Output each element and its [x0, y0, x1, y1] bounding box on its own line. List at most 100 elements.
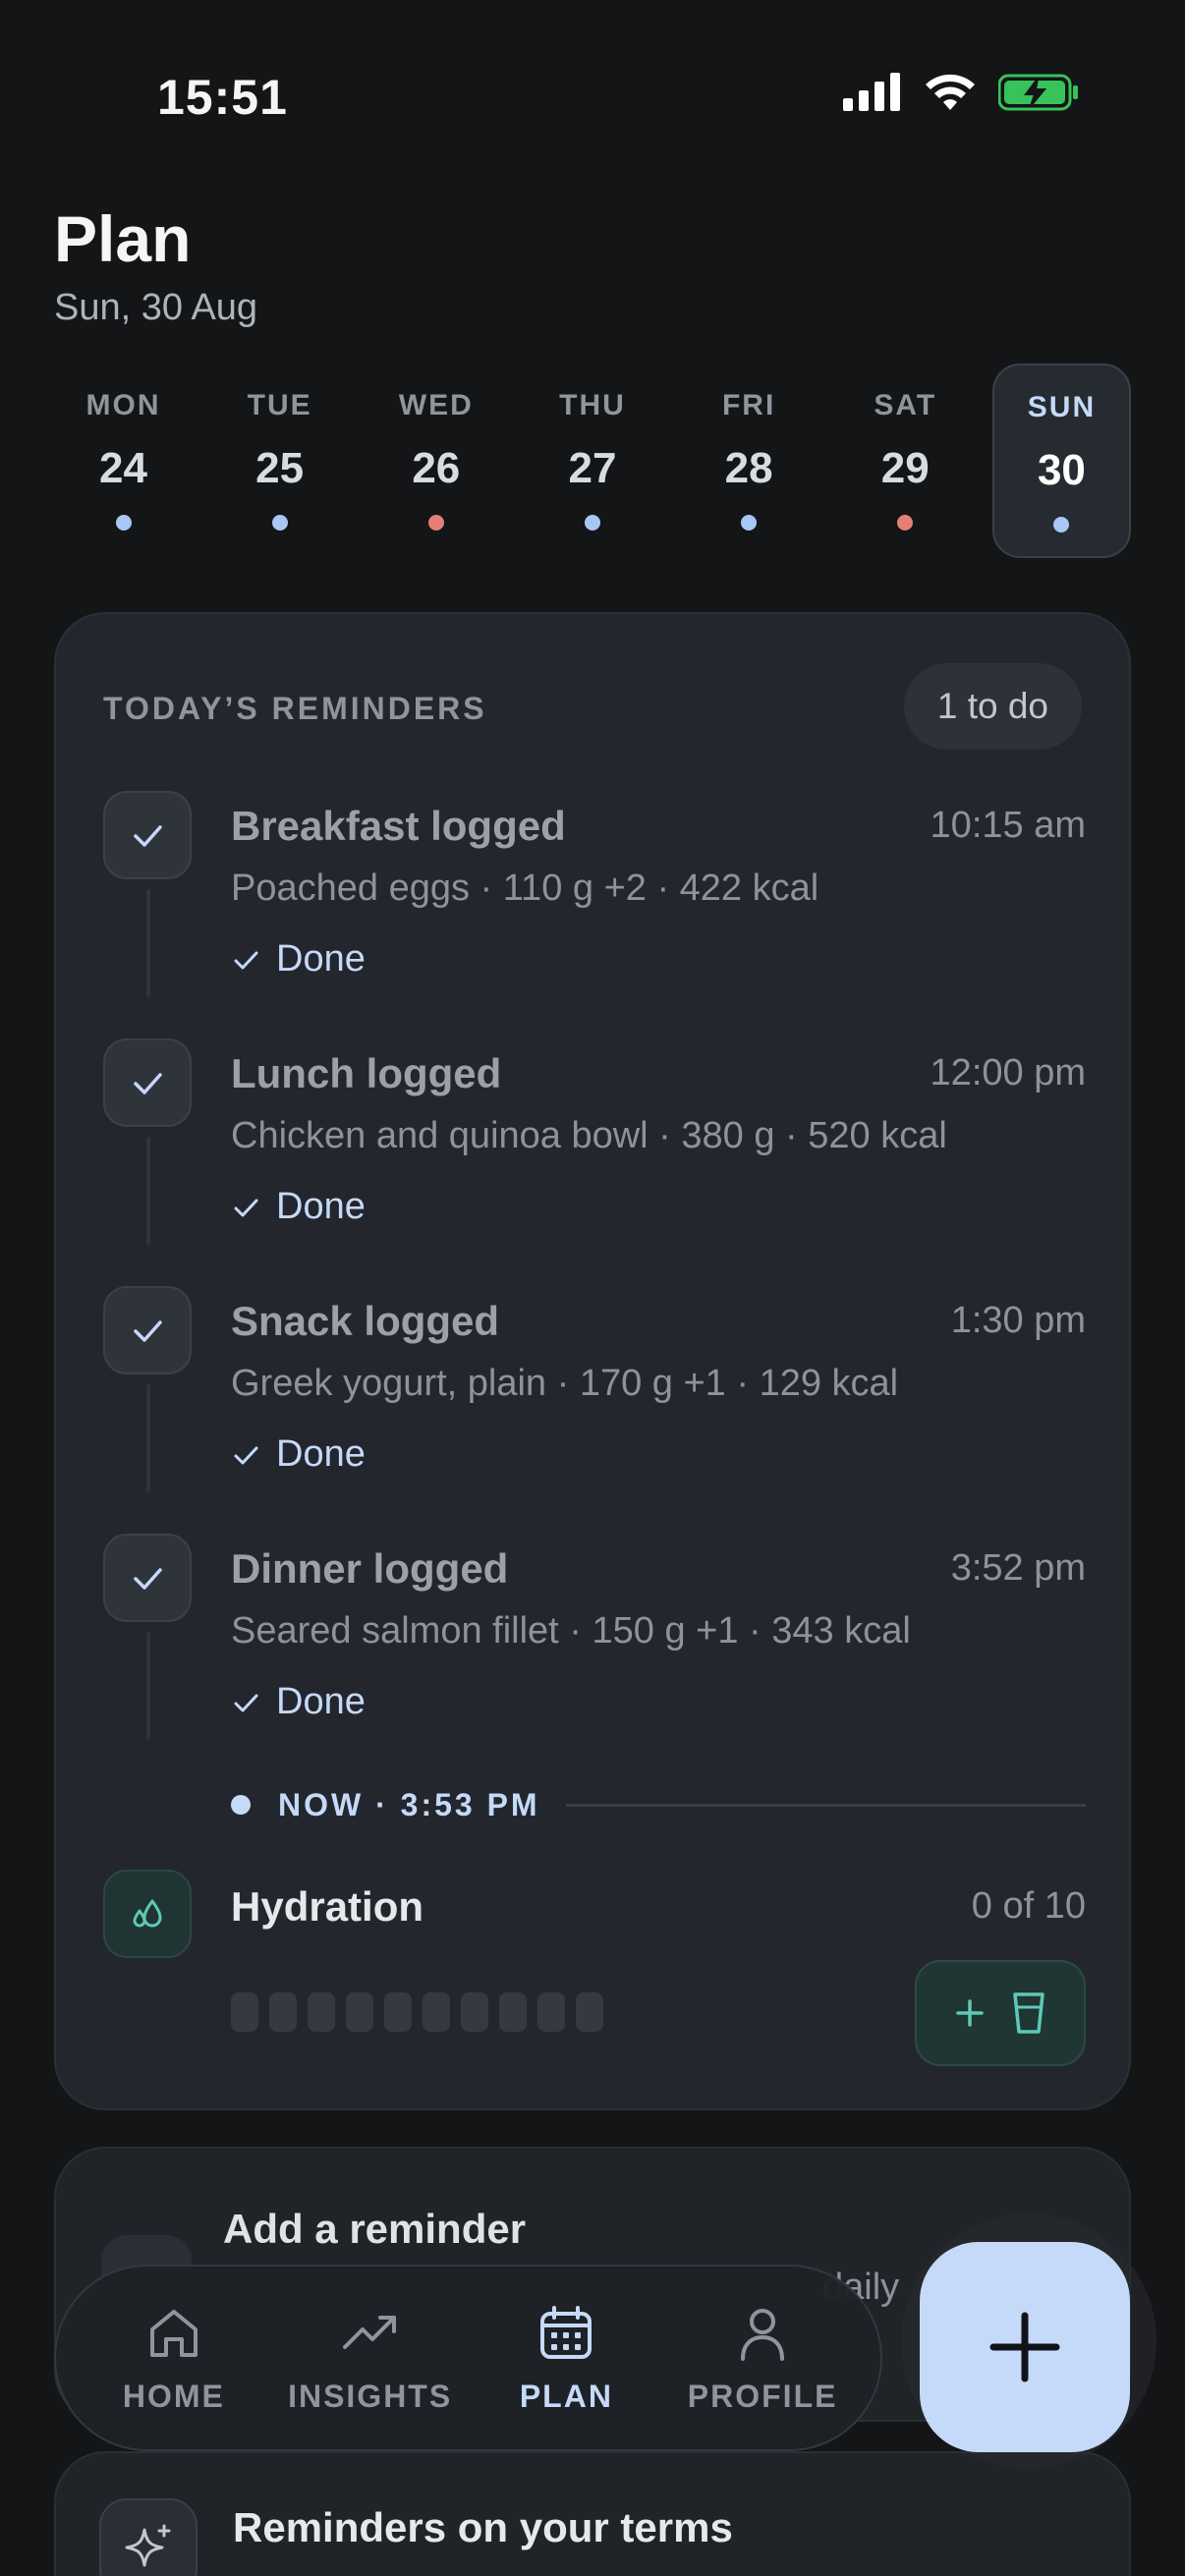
status-label: Done	[276, 1681, 366, 1722]
plus-icon	[989, 2312, 1060, 2382]
bottom-nav: HOME INSIGHTS PLAN PROFILE	[54, 2265, 882, 2451]
glass-slot	[346, 1992, 373, 2032]
hydration-progress	[231, 1992, 603, 2032]
reminder-entry[interactable]: Dinner logged 3:52 pm Seared salmon fill…	[103, 1534, 1086, 1781]
sparkle-badge	[99, 2498, 198, 2576]
person-icon	[741, 2308, 785, 2361]
glass-icon	[1013, 1992, 1044, 2034]
entry-title: Lunch logged	[231, 1050, 502, 1096]
status-label: Done	[276, 1186, 366, 1227]
day-name: SAT	[874, 389, 937, 421]
hydration-badge	[103, 1870, 192, 1958]
entry-time: 1:30 pm	[950, 1300, 1086, 1341]
reminder-entry[interactable]: Snack logged 1:30 pm Greek yogurt, plain…	[103, 1286, 1086, 1534]
glass-slot	[537, 1992, 565, 2032]
glass-slot	[269, 1992, 297, 2032]
add-water-button[interactable]	[915, 1960, 1086, 2066]
check-icon	[134, 1073, 162, 1094]
glass-slot	[231, 1992, 258, 2032]
add-fab-button[interactable]	[920, 2242, 1130, 2452]
reminder-entry[interactable]: Lunch logged 12:00 pm Chicken and quinoa…	[103, 1038, 1086, 1286]
check-icon	[134, 825, 162, 847]
trend-icon	[342, 2315, 396, 2349]
cellular-signal-icon	[843, 73, 900, 111]
wifi-icon	[926, 74, 975, 110]
now-line	[565, 1803, 1086, 1807]
reminders-card: TODAY’S REMINDERS 1 to do Breakfast logg…	[54, 612, 1131, 2110]
nav-plan[interactable]: PLAN	[473, 2302, 659, 2415]
day-sat[interactable]: SAT 29	[836, 364, 975, 558]
nav-label: PLAN	[519, 2378, 613, 2414]
day-number: 25	[255, 444, 305, 492]
status-label: Done	[276, 1433, 366, 1475]
day-status-dot	[115, 515, 132, 531]
glass-slot	[461, 1992, 488, 2032]
entry-title: Breakfast logged	[231, 803, 566, 849]
day-name: WED	[398, 389, 474, 421]
nav-profile[interactable]: PROFILE	[669, 2302, 856, 2415]
day-thu[interactable]: THU 27	[523, 364, 661, 558]
todo-badge[interactable]: 1 to do	[903, 663, 1082, 750]
timeline-connector	[146, 889, 150, 997]
glass-slot	[423, 1992, 450, 2032]
day-status-dot	[897, 515, 914, 531]
entry-status: Done	[231, 938, 366, 980]
timeline-connector	[146, 1384, 150, 1492]
status-label: Done	[276, 938, 366, 980]
check-icon	[234, 1694, 258, 1711]
glass-slot	[384, 1992, 412, 2032]
day-sun-selected[interactable]: SUN 30	[991, 364, 1131, 558]
now-dot	[231, 1795, 251, 1815]
day-name: SUN	[1027, 391, 1097, 423]
glass-slot	[576, 1992, 603, 2032]
day-number: 30	[1037, 446, 1086, 494]
add-reminder-title: Add a reminder	[223, 2206, 527, 2252]
day-number: 24	[99, 444, 147, 492]
nav-label: INSIGHTS	[288, 2378, 453, 2414]
entry-status: Done	[231, 1186, 366, 1228]
entry-status: Done	[231, 1433, 366, 1476]
hydration-title: Hydration	[231, 1883, 424, 1930]
entry-time: 3:52 pm	[950, 1547, 1086, 1589]
day-name: TUE	[247, 389, 312, 421]
check-icon	[234, 951, 258, 969]
status-icons	[843, 73, 1079, 112]
page-title: Plan	[54, 202, 192, 275]
entry-title: Snack logged	[231, 1298, 500, 1344]
day-tue[interactable]: TUE 25	[210, 364, 349, 558]
calendar-icon	[540, 2305, 592, 2359]
nav-home[interactable]: HOME	[81, 2302, 267, 2415]
checkbox-checked[interactable]	[103, 791, 192, 879]
entry-detail: Greek yogurt, plain · 170 g +1 · 129 kca…	[231, 1363, 899, 1404]
day-fri[interactable]: FRI 28	[680, 364, 818, 558]
day-name: FRI	[721, 389, 776, 421]
day-status-dot	[271, 515, 288, 531]
day-status-dot	[741, 515, 758, 531]
battery-charging-icon	[998, 74, 1078, 111]
status-time: 15:51	[157, 70, 288, 125]
reminder-entry[interactable]: Breakfast logged 10:15 am Poached eggs ·…	[103, 791, 1086, 1038]
day-status-dot	[427, 515, 444, 531]
nav-insights[interactable]: INSIGHTS	[277, 2302, 464, 2415]
day-name: MON	[85, 389, 161, 421]
glass-slot	[308, 1992, 335, 2032]
checkbox-checked[interactable]	[103, 1038, 192, 1127]
day-status-dot	[1053, 517, 1070, 532]
week-strip: MON 24 TUE 25 WED 26 THU 27 FRI 28 SAT 2…	[54, 364, 1131, 560]
day-wed[interactable]: WED 26	[367, 364, 505, 558]
home-icon	[149, 2309, 198, 2357]
checkbox-checked[interactable]	[103, 1286, 192, 1374]
day-mon[interactable]: MON 24	[54, 364, 193, 558]
hydration-row: Hydration 0 of 10	[103, 1870, 1086, 2086]
plus-icon	[956, 1999, 984, 2027]
entry-detail: Chicken and quinoa bowl · 380 g · 520 kc…	[231, 1115, 947, 1156]
checkbox-checked[interactable]	[103, 1534, 192, 1622]
now-indicator: NOW · 3:53 PM	[231, 1785, 1086, 1824]
entry-detail: Poached eggs · 110 g +2 · 422 kcal	[231, 868, 819, 909]
hydration-count: 0 of 10	[971, 1885, 1086, 1927]
entry-title: Dinner logged	[231, 1545, 509, 1592]
reminders-terms-card[interactable]: Reminders on your terms	[54, 2451, 1131, 2576]
nav-label: PROFILE	[687, 2378, 838, 2414]
day-status-dot	[584, 515, 600, 531]
entry-time: 10:15 am	[930, 805, 1086, 846]
